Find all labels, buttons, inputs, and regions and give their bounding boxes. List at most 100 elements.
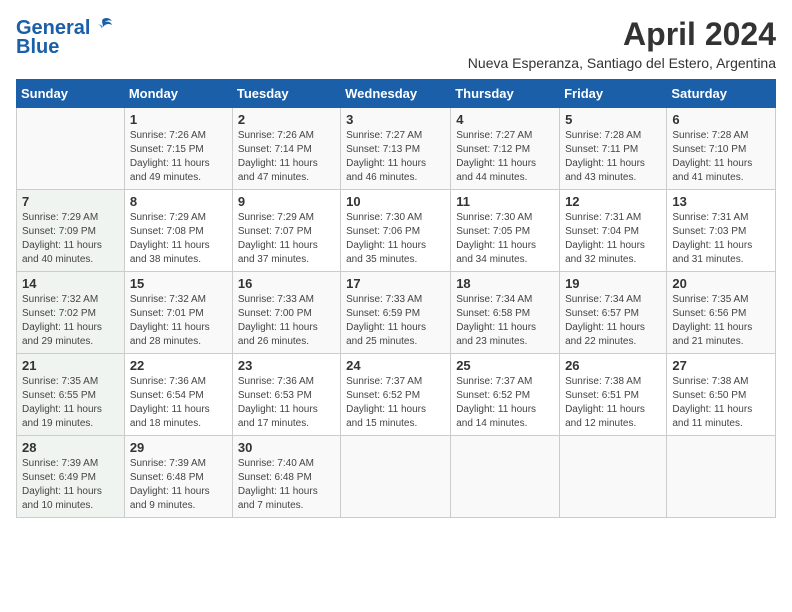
week-row-1: 1 Sunrise: 7:26 AMSunset: 7:15 PMDaylight…	[17, 108, 776, 190]
calendar-cell	[560, 436, 667, 518]
title-block: April 2024 Nueva Esperanza, Santiago del…	[468, 16, 776, 71]
day-number: 11	[456, 194, 554, 209]
day-number: 17	[346, 276, 445, 291]
calendar-cell: 29Sunrise: 7:39 AMSunset: 6:48 PMDayligh…	[124, 436, 232, 518]
calendar-cell: 12 Sunrise: 7:31 AMSunset: 7:04 PMDayligh…	[560, 190, 667, 272]
day-number: 26	[565, 358, 661, 373]
calendar-cell: 27 Sunrise: 7:38 AMSunset: 6:50 PMDayligh…	[667, 354, 776, 436]
day-info: Sunrise: 7:31 AMSunset: 7:03 PMDaylight:…	[672, 211, 770, 267]
day-info: Sunrise: 7:38 AMSunset: 6:51 PMDaylight:…	[565, 375, 661, 431]
calendar-cell: 20Sunrise: 7:35 AMSunset: 6:56 PMDayligh…	[667, 272, 776, 354]
day-info: Sunrise: 7:37 AMSunset: 6:52 PMDaylight:…	[346, 375, 445, 431]
header-day-wednesday: Wednesday	[341, 80, 451, 108]
day-number: 16	[238, 276, 335, 291]
day-number: 21	[22, 358, 119, 373]
day-info: Sunrise: 7:33 AMSunset: 7:00 PMDaylight:…	[238, 293, 335, 349]
calendar-cell: 8Sunrise: 7:29 AMSunset: 7:08 PMDaylight…	[124, 190, 232, 272]
calendar-cell: 7Sunrise: 7:29 AMSunset: 7:09 PMDaylight…	[17, 190, 125, 272]
calendar-cell: 19 Sunrise: 7:34 AMSunset: 6:57 PMDayligh…	[560, 272, 667, 354]
logo: General Blue	[16, 16, 114, 59]
day-number: 7	[22, 194, 119, 209]
day-number: 18	[456, 276, 554, 291]
calendar-cell: 5 Sunrise: 7:28 AMSunset: 7:11 PMDaylight…	[560, 108, 667, 190]
header-row: SundayMondayTuesdayWednesdayThursdayFrid…	[17, 80, 776, 108]
logo-bird-icon	[92, 15, 114, 37]
calendar-cell: 22Sunrise: 7:36 AMSunset: 6:54 PMDayligh…	[124, 354, 232, 436]
week-row-2: 7Sunrise: 7:29 AMSunset: 7:09 PMDaylight…	[17, 190, 776, 272]
day-info: Sunrise: 7:30 AMSunset: 7:05 PMDaylight:…	[456, 211, 554, 267]
day-number: 9	[238, 194, 335, 209]
main-title: April 2024	[468, 16, 776, 53]
week-row-3: 14Sunrise: 7:32 AMSunset: 7:02 PMDayligh…	[17, 272, 776, 354]
day-info: Sunrise: 7:28 AMSunset: 7:11 PMDaylight:…	[565, 129, 661, 185]
page-header: General Blue April 2024 Nueva Esperanza,…	[16, 16, 776, 71]
day-info: Sunrise: 7:36 AMSunset: 6:53 PMDaylight:…	[238, 375, 335, 431]
day-info: Sunrise: 7:29 AMSunset: 7:07 PMDaylight:…	[238, 211, 335, 267]
calendar-cell: 16 Sunrise: 7:33 AMSunset: 7:00 PMDayligh…	[232, 272, 340, 354]
day-number: 27	[672, 358, 770, 373]
calendar-cell: 26 Sunrise: 7:38 AMSunset: 6:51 PMDayligh…	[560, 354, 667, 436]
day-info: Sunrise: 7:26 AMSunset: 7:15 PMDaylight:…	[130, 129, 227, 185]
header-day-sunday: Sunday	[17, 80, 125, 108]
calendar-table: SundayMondayTuesdayWednesdayThursdayFrid…	[16, 79, 776, 518]
day-number: 20	[672, 276, 770, 291]
day-info: Sunrise: 7:27 AMSunset: 7:13 PMDaylight:…	[346, 129, 445, 185]
calendar-cell: 9 Sunrise: 7:29 AMSunset: 7:07 PMDaylight…	[232, 190, 340, 272]
day-number: 1	[130, 112, 227, 127]
calendar-cell: 4Sunrise: 7:27 AMSunset: 7:12 PMDaylight…	[451, 108, 560, 190]
day-info: Sunrise: 7:40 AMSunset: 6:48 PMDaylight:…	[238, 457, 335, 513]
day-number: 13	[672, 194, 770, 209]
day-info: Sunrise: 7:31 AMSunset: 7:04 PMDaylight:…	[565, 211, 661, 267]
calendar-cell: 6Sunrise: 7:28 AMSunset: 7:10 PMDaylight…	[667, 108, 776, 190]
day-number: 23	[238, 358, 335, 373]
header-day-tuesday: Tuesday	[232, 80, 340, 108]
day-number: 15	[130, 276, 227, 291]
calendar-cell: 24 Sunrise: 7:37 AMSunset: 6:52 PMDayligh…	[341, 354, 451, 436]
day-number: 29	[130, 440, 227, 455]
day-info: Sunrise: 7:38 AMSunset: 6:50 PMDaylight:…	[672, 375, 770, 431]
day-number: 2	[238, 112, 335, 127]
day-info: Sunrise: 7:26 AMSunset: 7:14 PMDaylight:…	[238, 129, 335, 185]
calendar-cell: 23 Sunrise: 7:36 AMSunset: 6:53 PMDayligh…	[232, 354, 340, 436]
calendar-cell: 21 Sunrise: 7:35 AMSunset: 6:55 PMDayligh…	[17, 354, 125, 436]
calendar-cell: 11 Sunrise: 7:30 AMSunset: 7:05 PMDayligh…	[451, 190, 560, 272]
day-number: 24	[346, 358, 445, 373]
day-info: Sunrise: 7:27 AMSunset: 7:12 PMDaylight:…	[456, 129, 554, 185]
day-info: Sunrise: 7:33 AMSunset: 6:59 PMDaylight:…	[346, 293, 445, 349]
calendar-cell: 1 Sunrise: 7:26 AMSunset: 7:15 PMDaylight…	[124, 108, 232, 190]
day-number: 12	[565, 194, 661, 209]
calendar-cell: 3 Sunrise: 7:27 AMSunset: 7:13 PMDaylight…	[341, 108, 451, 190]
calendar-cell: 18Sunrise: 7:34 AMSunset: 6:58 PMDayligh…	[451, 272, 560, 354]
calendar-cell	[451, 436, 560, 518]
header-day-monday: Monday	[124, 80, 232, 108]
calendar-cell: 14Sunrise: 7:32 AMSunset: 7:02 PMDayligh…	[17, 272, 125, 354]
header-day-saturday: Saturday	[667, 80, 776, 108]
day-number: 19	[565, 276, 661, 291]
day-number: 6	[672, 112, 770, 127]
day-number: 10	[346, 194, 445, 209]
day-number: 3	[346, 112, 445, 127]
day-info: Sunrise: 7:39 AMSunset: 6:49 PMDaylight:…	[22, 457, 119, 513]
day-number: 5	[565, 112, 661, 127]
calendar-cell: 10 Sunrise: 7:30 AMSunset: 7:06 PMDayligh…	[341, 190, 451, 272]
calendar-cell: 17 Sunrise: 7:33 AMSunset: 6:59 PMDayligh…	[341, 272, 451, 354]
header-day-thursday: Thursday	[451, 80, 560, 108]
day-number: 22	[130, 358, 227, 373]
calendar-cell	[341, 436, 451, 518]
calendar-cell: 30Sunrise: 7:40 AMSunset: 6:48 PMDayligh…	[232, 436, 340, 518]
calendar-cell	[17, 108, 125, 190]
day-info: Sunrise: 7:30 AMSunset: 7:06 PMDaylight:…	[346, 211, 445, 267]
day-info: Sunrise: 7:35 AMSunset: 6:55 PMDaylight:…	[22, 375, 119, 431]
day-number: 25	[456, 358, 554, 373]
day-info: Sunrise: 7:29 AMSunset: 7:08 PMDaylight:…	[130, 211, 227, 267]
calendar-cell: 13 Sunrise: 7:31 AMSunset: 7:03 PMDayligh…	[667, 190, 776, 272]
week-row-4: 21 Sunrise: 7:35 AMSunset: 6:55 PMDayligh…	[17, 354, 776, 436]
subtitle: Nueva Esperanza, Santiago del Estero, Ar…	[468, 55, 776, 71]
day-info: Sunrise: 7:34 AMSunset: 6:57 PMDaylight:…	[565, 293, 661, 349]
week-row-5: 28Sunrise: 7:39 AMSunset: 6:49 PMDayligh…	[17, 436, 776, 518]
calendar-cell: 15 Sunrise: 7:32 AMSunset: 7:01 PMDayligh…	[124, 272, 232, 354]
day-info: Sunrise: 7:32 AMSunset: 7:01 PMDaylight:…	[130, 293, 227, 349]
calendar-header: SundayMondayTuesdayWednesdayThursdayFrid…	[17, 80, 776, 108]
calendar-cell: 28Sunrise: 7:39 AMSunset: 6:49 PMDayligh…	[17, 436, 125, 518]
calendar-cell: 2 Sunrise: 7:26 AMSunset: 7:14 PMDaylight…	[232, 108, 340, 190]
